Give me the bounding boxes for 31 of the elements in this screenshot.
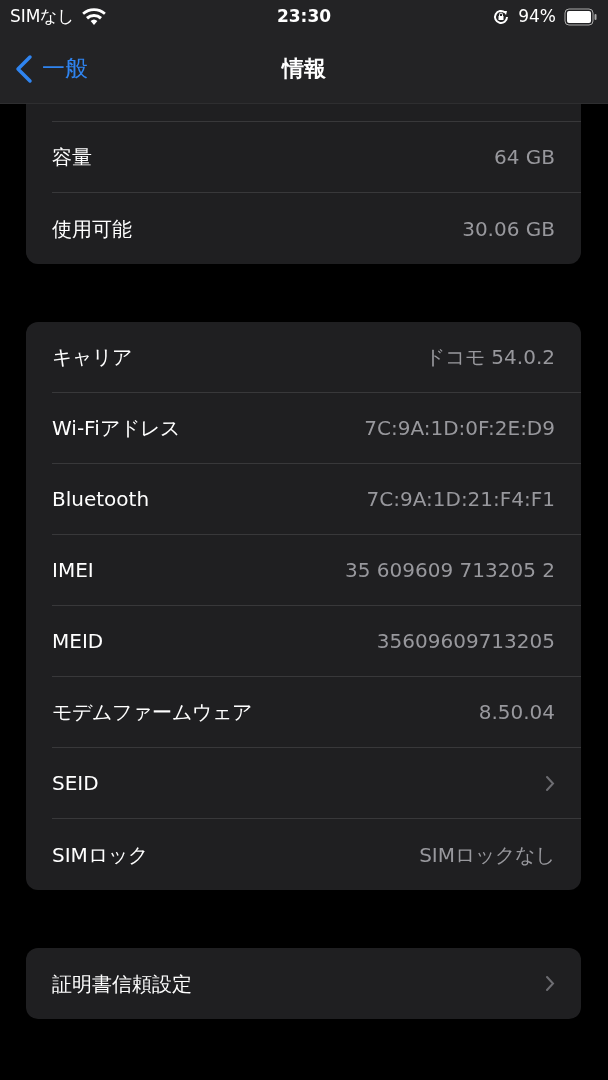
row-label: Bluetooth: [52, 486, 150, 513]
row-label: 容量: [52, 144, 92, 171]
back-chevron-icon: [14, 53, 34, 84]
chevron-icon: [545, 975, 555, 992]
battery-icon: [564, 8, 598, 26]
row-label: MEID: [52, 628, 104, 655]
back-button[interactable]: 一般: [14, 51, 88, 86]
battery-percent-text: 94%: [518, 5, 556, 29]
settings-row[interactable]: 証明書信頼設定: [52, 948, 581, 1019]
wifi-icon: [82, 8, 107, 26]
row-value: 35609609713205: [376, 628, 555, 655]
chevron-icon: [545, 774, 555, 792]
time-text: 23:30: [276, 5, 332, 29]
row-label: 使用可能: [52, 215, 132, 243]
carrier-text: SIMなし: [10, 5, 75, 29]
settings-row[interactable]: SEID: [52, 748, 581, 819]
row-label: Wi-Fiアドレス: [52, 415, 180, 442]
row-label: モデムファームウェア: [52, 699, 252, 726]
row-value: 7C:9A:1D:0F:2E:D9: [364, 415, 555, 442]
row-value: 30.06 GB: [462, 215, 555, 243]
row-label: キャリア: [52, 344, 132, 371]
row-label: IMEI: [52, 557, 94, 584]
row-value: 35 609609 713205 2: [345, 557, 555, 584]
rotation-lock-icon: [492, 8, 511, 26]
row-value: ドコモ 54.0.2: [425, 344, 555, 371]
row-value: 64 GB: [493, 144, 555, 171]
row-value: 7C:9A:1D:21:F4:F1: [366, 486, 555, 513]
page-title: 情報: [282, 56, 326, 81]
row-value: 8.50.04: [478, 699, 555, 726]
row-label: SIMロック: [52, 841, 148, 869]
row-value: SIMロックなし: [419, 841, 555, 869]
